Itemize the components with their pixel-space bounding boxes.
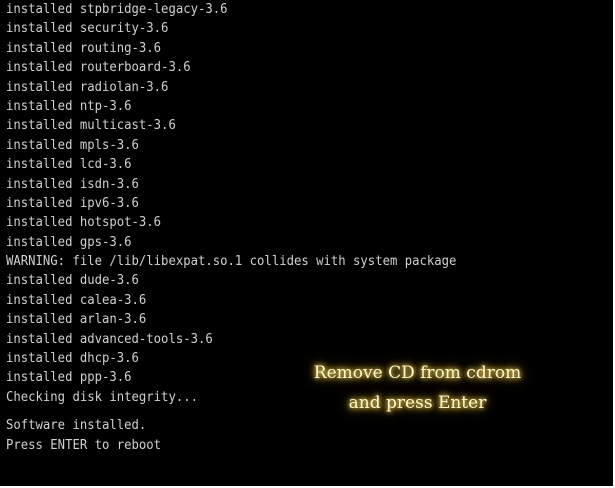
warning-line: WARNING: file /lib/libexpat.so.1 collide… <box>6 254 457 270</box>
console-line: installed lcd-3.6 <box>6 157 132 173</box>
console-line: installed stpbridge-legacy-3.6 <box>6 2 228 17</box>
console-line: installed hotspot-3.6 <box>6 215 162 231</box>
console-line: installed isdn-3.6 <box>6 176 139 192</box>
overlay-line-remove-cd: Remove CD from cdrom <box>313 363 522 383</box>
status-line: Software installed. <box>6 418 147 434</box>
console-line: installed routerboard-3.6 <box>6 60 191 76</box>
console-line: installed mpls-3.6 <box>6 137 139 153</box>
overlay-line-press-enter: and press Enter <box>348 393 487 413</box>
console-line: installed ntp-3.6 <box>6 98 132 114</box>
terminal-screen[interactable]: installed stpbridge-legacy-3.6 installed… <box>0 0 615 488</box>
console-line: installed advanced-tools-3.6 <box>6 331 213 347</box>
console-line: installed radiolan-3.6 <box>6 79 169 95</box>
console-line: installed calea-3.6 <box>6 292 147 308</box>
console-line: installed routing-3.6 <box>6 40 162 56</box>
console-line: installed dude-3.6 <box>6 273 139 289</box>
console-line: installed multicast-3.6 <box>6 118 176 134</box>
console-line: installed ipv6-3.6 <box>6 195 139 211</box>
console-line: installed arlan-3.6 <box>6 312 147 328</box>
console-line: installed gps-3.6 <box>6 234 132 250</box>
instruction-overlay: Remove CD from cdrom and press Enter <box>300 358 535 418</box>
reboot-prompt: Press ENTER to reboot <box>6 437 162 453</box>
console-line: installed security-3.6 <box>6 21 169 37</box>
